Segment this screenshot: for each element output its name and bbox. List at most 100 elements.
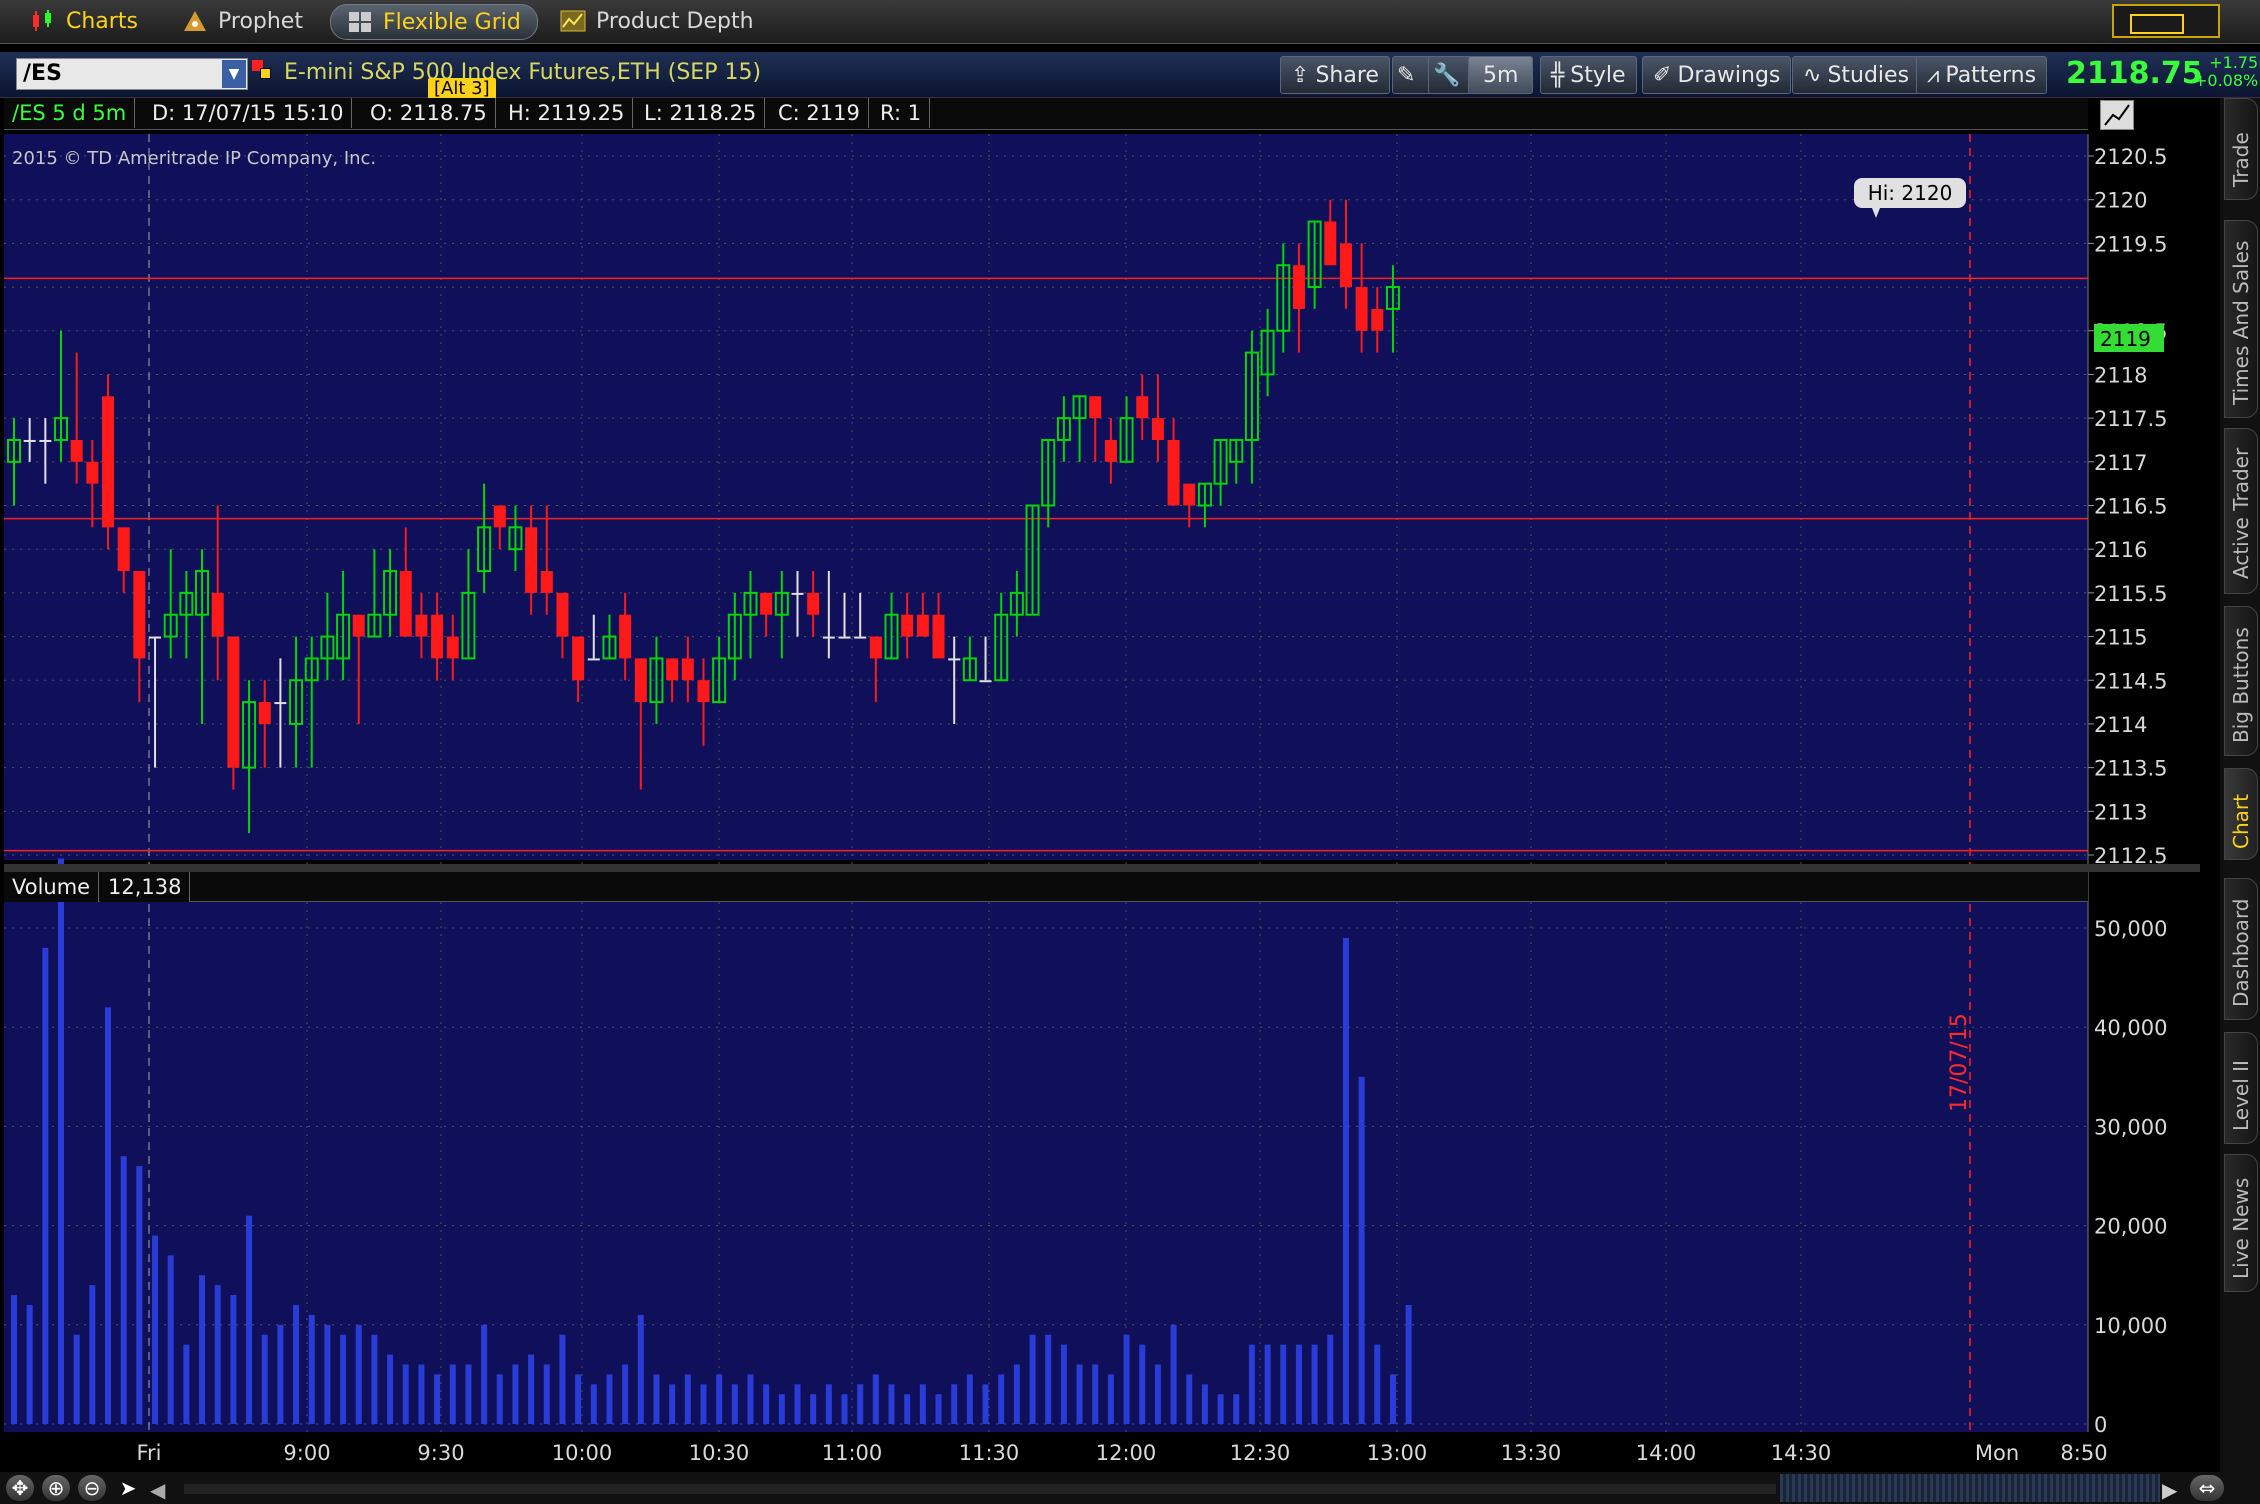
tab-flexible-grid[interactable]: Flexible Grid bbox=[330, 4, 538, 40]
instrument-description: E-mini S&P 500 Index Futures,ETH (SEP 15… bbox=[284, 60, 762, 85]
candle-body bbox=[399, 571, 412, 637]
symbol-dropdown-icon[interactable]: ▼ bbox=[222, 60, 246, 88]
patterns-label: Patterns bbox=[1945, 62, 2037, 88]
cursor-button[interactable]: ➤ bbox=[114, 1475, 142, 1501]
candle-body bbox=[901, 614, 914, 637]
settings-button[interactable]: 🔧 bbox=[1428, 56, 1472, 94]
info-low: L: 2118.25 bbox=[636, 98, 766, 128]
volume-bar bbox=[1076, 1364, 1083, 1424]
candle-body bbox=[1339, 243, 1352, 288]
share-button[interactable]: ⇪ Share bbox=[1280, 56, 1390, 94]
symbol-input[interactable]: /ES bbox=[16, 58, 248, 90]
side-tab-dashboard[interactable]: Dashboard bbox=[2224, 878, 2258, 1020]
candle-body bbox=[838, 636, 851, 639]
candle-body bbox=[932, 614, 945, 659]
tab-product-depth[interactable]: Product Depth bbox=[544, 4, 770, 38]
price-axis-label: 2115 bbox=[2094, 626, 2147, 650]
volume-bar bbox=[841, 1394, 848, 1424]
volume-bar bbox=[763, 1384, 770, 1424]
volume-bar bbox=[1170, 1324, 1177, 1424]
volume-bar bbox=[120, 1156, 127, 1424]
candle-body bbox=[1104, 439, 1117, 462]
side-tab-live-news[interactable]: Live News bbox=[2224, 1154, 2258, 1292]
interval-button[interactable]: 5m bbox=[1468, 56, 1534, 94]
price-axis-label: 2113.5 bbox=[2094, 757, 2167, 781]
side-tab-active-trader[interactable]: Active Trader bbox=[2224, 428, 2258, 594]
zoom-in-button[interactable]: ⊕ bbox=[42, 1475, 70, 1501]
candle-body bbox=[540, 571, 553, 593]
volume-bar bbox=[716, 1374, 723, 1424]
date-marker: 17/07/15 bbox=[1947, 1013, 1972, 1112]
volume-bar bbox=[1092, 1364, 1099, 1424]
side-tab-trade[interactable]: Trade bbox=[2224, 98, 2258, 200]
current-price-tag: 2119 bbox=[2094, 324, 2164, 352]
volume-bar bbox=[700, 1384, 707, 1424]
volume-bar bbox=[888, 1384, 895, 1424]
candle-body bbox=[446, 636, 459, 659]
candle bbox=[102, 374, 115, 550]
volume-bar bbox=[982, 1384, 989, 1424]
pan-button[interactable]: ✥ bbox=[6, 1475, 34, 1501]
side-tab-chart[interactable]: Chart bbox=[2224, 768, 2258, 860]
share-label: Share bbox=[1315, 62, 1379, 88]
side-tab-times-and-sales[interactable]: Times And Sales bbox=[2224, 220, 2258, 418]
volume-bar bbox=[26, 1304, 33, 1424]
price-axis-label: 2120.5 bbox=[2094, 145, 2167, 169]
studies-button[interactable]: ∿ Studies bbox=[1792, 56, 1921, 94]
zoom-out-icon: ⊖ bbox=[83, 1476, 101, 1500]
volume-bar bbox=[1311, 1344, 1318, 1424]
price-chart[interactable]: 2120.521202119.52118.521182117.521172116… bbox=[4, 98, 2200, 1472]
price-axis-label: 2116.5 bbox=[2094, 495, 2167, 519]
candle bbox=[227, 636, 240, 790]
volume-bar bbox=[11, 1295, 17, 1424]
side-tab-label: Active Trader bbox=[2229, 447, 2253, 579]
patterns-button[interactable]: ⩘ Patterns bbox=[1916, 56, 2048, 94]
volume-bar bbox=[1264, 1344, 1271, 1424]
volume-bar bbox=[622, 1364, 629, 1424]
symbol-flag-icon[interactable] bbox=[252, 60, 274, 82]
candle-body bbox=[948, 658, 961, 661]
scroll-thumb[interactable] bbox=[1780, 1474, 2160, 1502]
scroll-right-button[interactable]: ▶ bbox=[2162, 1478, 2186, 1502]
volume-bar bbox=[1217, 1394, 1224, 1424]
candle-body bbox=[133, 571, 146, 659]
drawings-button[interactable]: ✐ Drawings bbox=[1642, 56, 1792, 94]
info-range: R: 1 bbox=[872, 98, 931, 128]
chart-type-button[interactable] bbox=[2100, 100, 2134, 130]
volume-bar bbox=[496, 1374, 503, 1424]
time-axis-label: 11:30 bbox=[959, 1441, 1020, 1465]
volume-bar bbox=[42, 947, 49, 1424]
layout-toggle-button[interactable] bbox=[2112, 4, 2220, 38]
side-tab-level-ii[interactable]: Level II bbox=[2224, 1032, 2258, 1144]
volume-bar bbox=[951, 1384, 958, 1424]
candle-body bbox=[666, 658, 679, 681]
side-tab-big-buttons[interactable]: Big Buttons bbox=[2224, 606, 2258, 756]
horizontal-scrollbar[interactable] bbox=[184, 1484, 1776, 1494]
volume-bar bbox=[418, 1364, 425, 1424]
chart-area[interactable]: 2120.521202119.52118.521182117.521172116… bbox=[4, 98, 2200, 1472]
candle-body bbox=[822, 636, 835, 639]
candle-body bbox=[979, 680, 992, 683]
expand-icon: ⇔ bbox=[2198, 1476, 2216, 1500]
candle-body bbox=[1371, 308, 1384, 331]
zoom-in-icon: ⊕ bbox=[47, 1476, 65, 1500]
candle-body bbox=[697, 680, 710, 703]
volume-bar bbox=[152, 1235, 159, 1424]
tab-prophet[interactable]: Prophet bbox=[166, 4, 319, 38]
tab-charts[interactable]: Charts bbox=[14, 4, 154, 38]
expand-button[interactable]: ⇔ bbox=[2190, 1475, 2224, 1501]
zoom-out-button[interactable]: ⊖ bbox=[78, 1475, 106, 1501]
volume-bar bbox=[731, 1384, 738, 1424]
candle-body bbox=[587, 658, 600, 661]
percent-change: +0.08% bbox=[2194, 71, 2259, 90]
candle-body bbox=[1136, 396, 1149, 419]
volume-bar bbox=[1139, 1344, 1146, 1424]
volume-bar bbox=[543, 1364, 550, 1424]
line-chart-icon bbox=[2104, 104, 2130, 126]
style-button[interactable]: ╬ Style bbox=[1540, 56, 1637, 94]
prophet-icon bbox=[184, 11, 206, 31]
scroll-left-button[interactable]: ◀ bbox=[150, 1478, 180, 1502]
patterns-icon: ⩘ bbox=[1927, 62, 1940, 88]
info-open: O: 2118.75 bbox=[362, 98, 496, 128]
volume-bar bbox=[528, 1354, 535, 1424]
